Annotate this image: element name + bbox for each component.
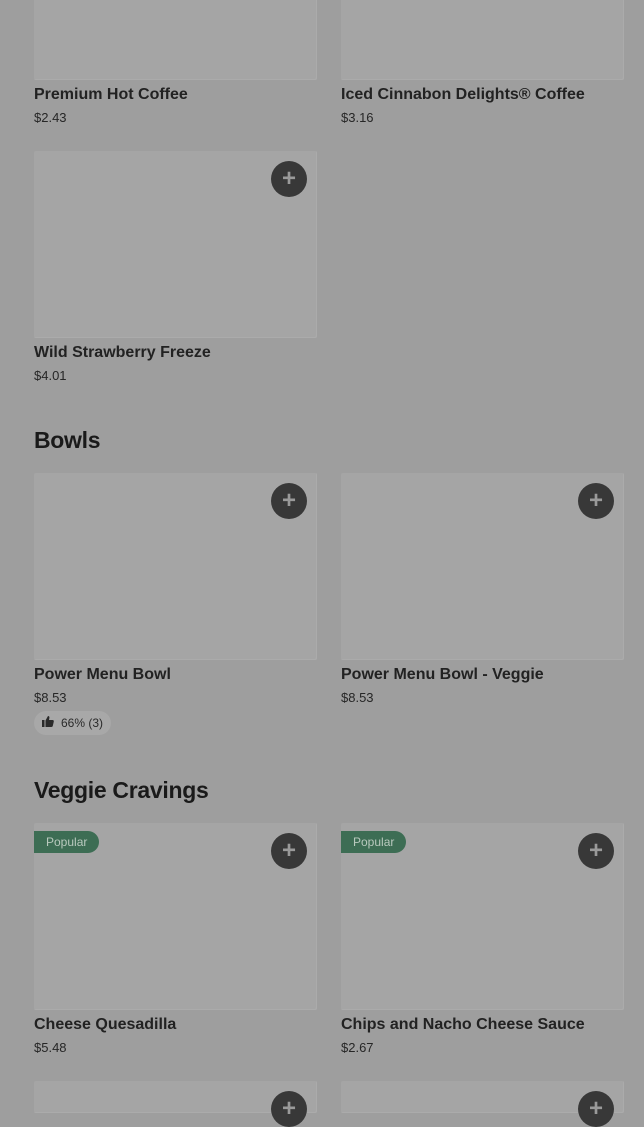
item-image[interactable]: + xyxy=(34,151,317,338)
plus-icon: + xyxy=(281,165,296,192)
item-image[interactable]: + xyxy=(341,473,624,660)
item-price: $8.53 xyxy=(34,690,67,705)
item-name[interactable]: Iced Cinnabon Delights® Coffee xyxy=(341,86,585,104)
section-title: Bowls xyxy=(34,427,101,453)
item-name[interactable]: Chips and Nacho Cheese Sauce xyxy=(341,1016,585,1034)
item-name[interactable]: Premium Hot Coffee xyxy=(34,86,188,104)
item-image[interactable]: Popular + xyxy=(34,823,317,1010)
plus-icon: + xyxy=(588,487,603,514)
item-image[interactable]: + xyxy=(34,1081,317,1127)
item-name[interactable]: Wild Strawberry Freeze xyxy=(34,344,211,362)
plus-icon: + xyxy=(281,487,296,514)
item-image[interactable] xyxy=(341,0,624,80)
add-item-button[interactable]: + xyxy=(271,483,307,519)
item-image[interactable]: + xyxy=(341,1081,624,1127)
add-item-button[interactable]: + xyxy=(578,483,614,519)
add-item-button[interactable]: + xyxy=(578,833,614,869)
item-name[interactable]: Cheese Quesadilla xyxy=(34,1016,176,1034)
add-item-button[interactable]: + xyxy=(578,1091,614,1127)
section-title: Veggie Cravings xyxy=(34,777,209,803)
thumbs-up-icon xyxy=(42,716,54,730)
item-price: $2.67 xyxy=(341,1040,374,1055)
plus-icon: + xyxy=(588,1095,603,1122)
plus-icon: + xyxy=(281,1095,296,1122)
popular-badge: Popular xyxy=(341,831,407,853)
add-item-button[interactable]: + xyxy=(271,1091,307,1127)
item-price: $5.48 xyxy=(34,1040,67,1055)
rating-badge: 66% (3) xyxy=(34,711,112,735)
item-price: $3.16 xyxy=(341,110,374,125)
item-price: $8.53 xyxy=(341,690,374,705)
item-price: $2.43 xyxy=(34,110,67,125)
add-item-button[interactable]: + xyxy=(271,161,307,197)
item-name[interactable]: Power Menu Bowl - Veggie xyxy=(341,666,544,684)
rating-text: 66% (3) xyxy=(61,716,104,730)
add-item-button[interactable]: + xyxy=(271,833,307,869)
popular-badge: Popular xyxy=(34,831,100,853)
plus-icon: + xyxy=(281,837,296,864)
item-name[interactable]: Power Menu Bowl xyxy=(34,666,171,684)
plus-icon: + xyxy=(588,837,603,864)
item-image[interactable]: + xyxy=(34,473,317,660)
item-price: $4.01 xyxy=(34,368,67,383)
item-image[interactable]: Popular + xyxy=(341,823,624,1010)
item-image[interactable] xyxy=(34,0,317,80)
